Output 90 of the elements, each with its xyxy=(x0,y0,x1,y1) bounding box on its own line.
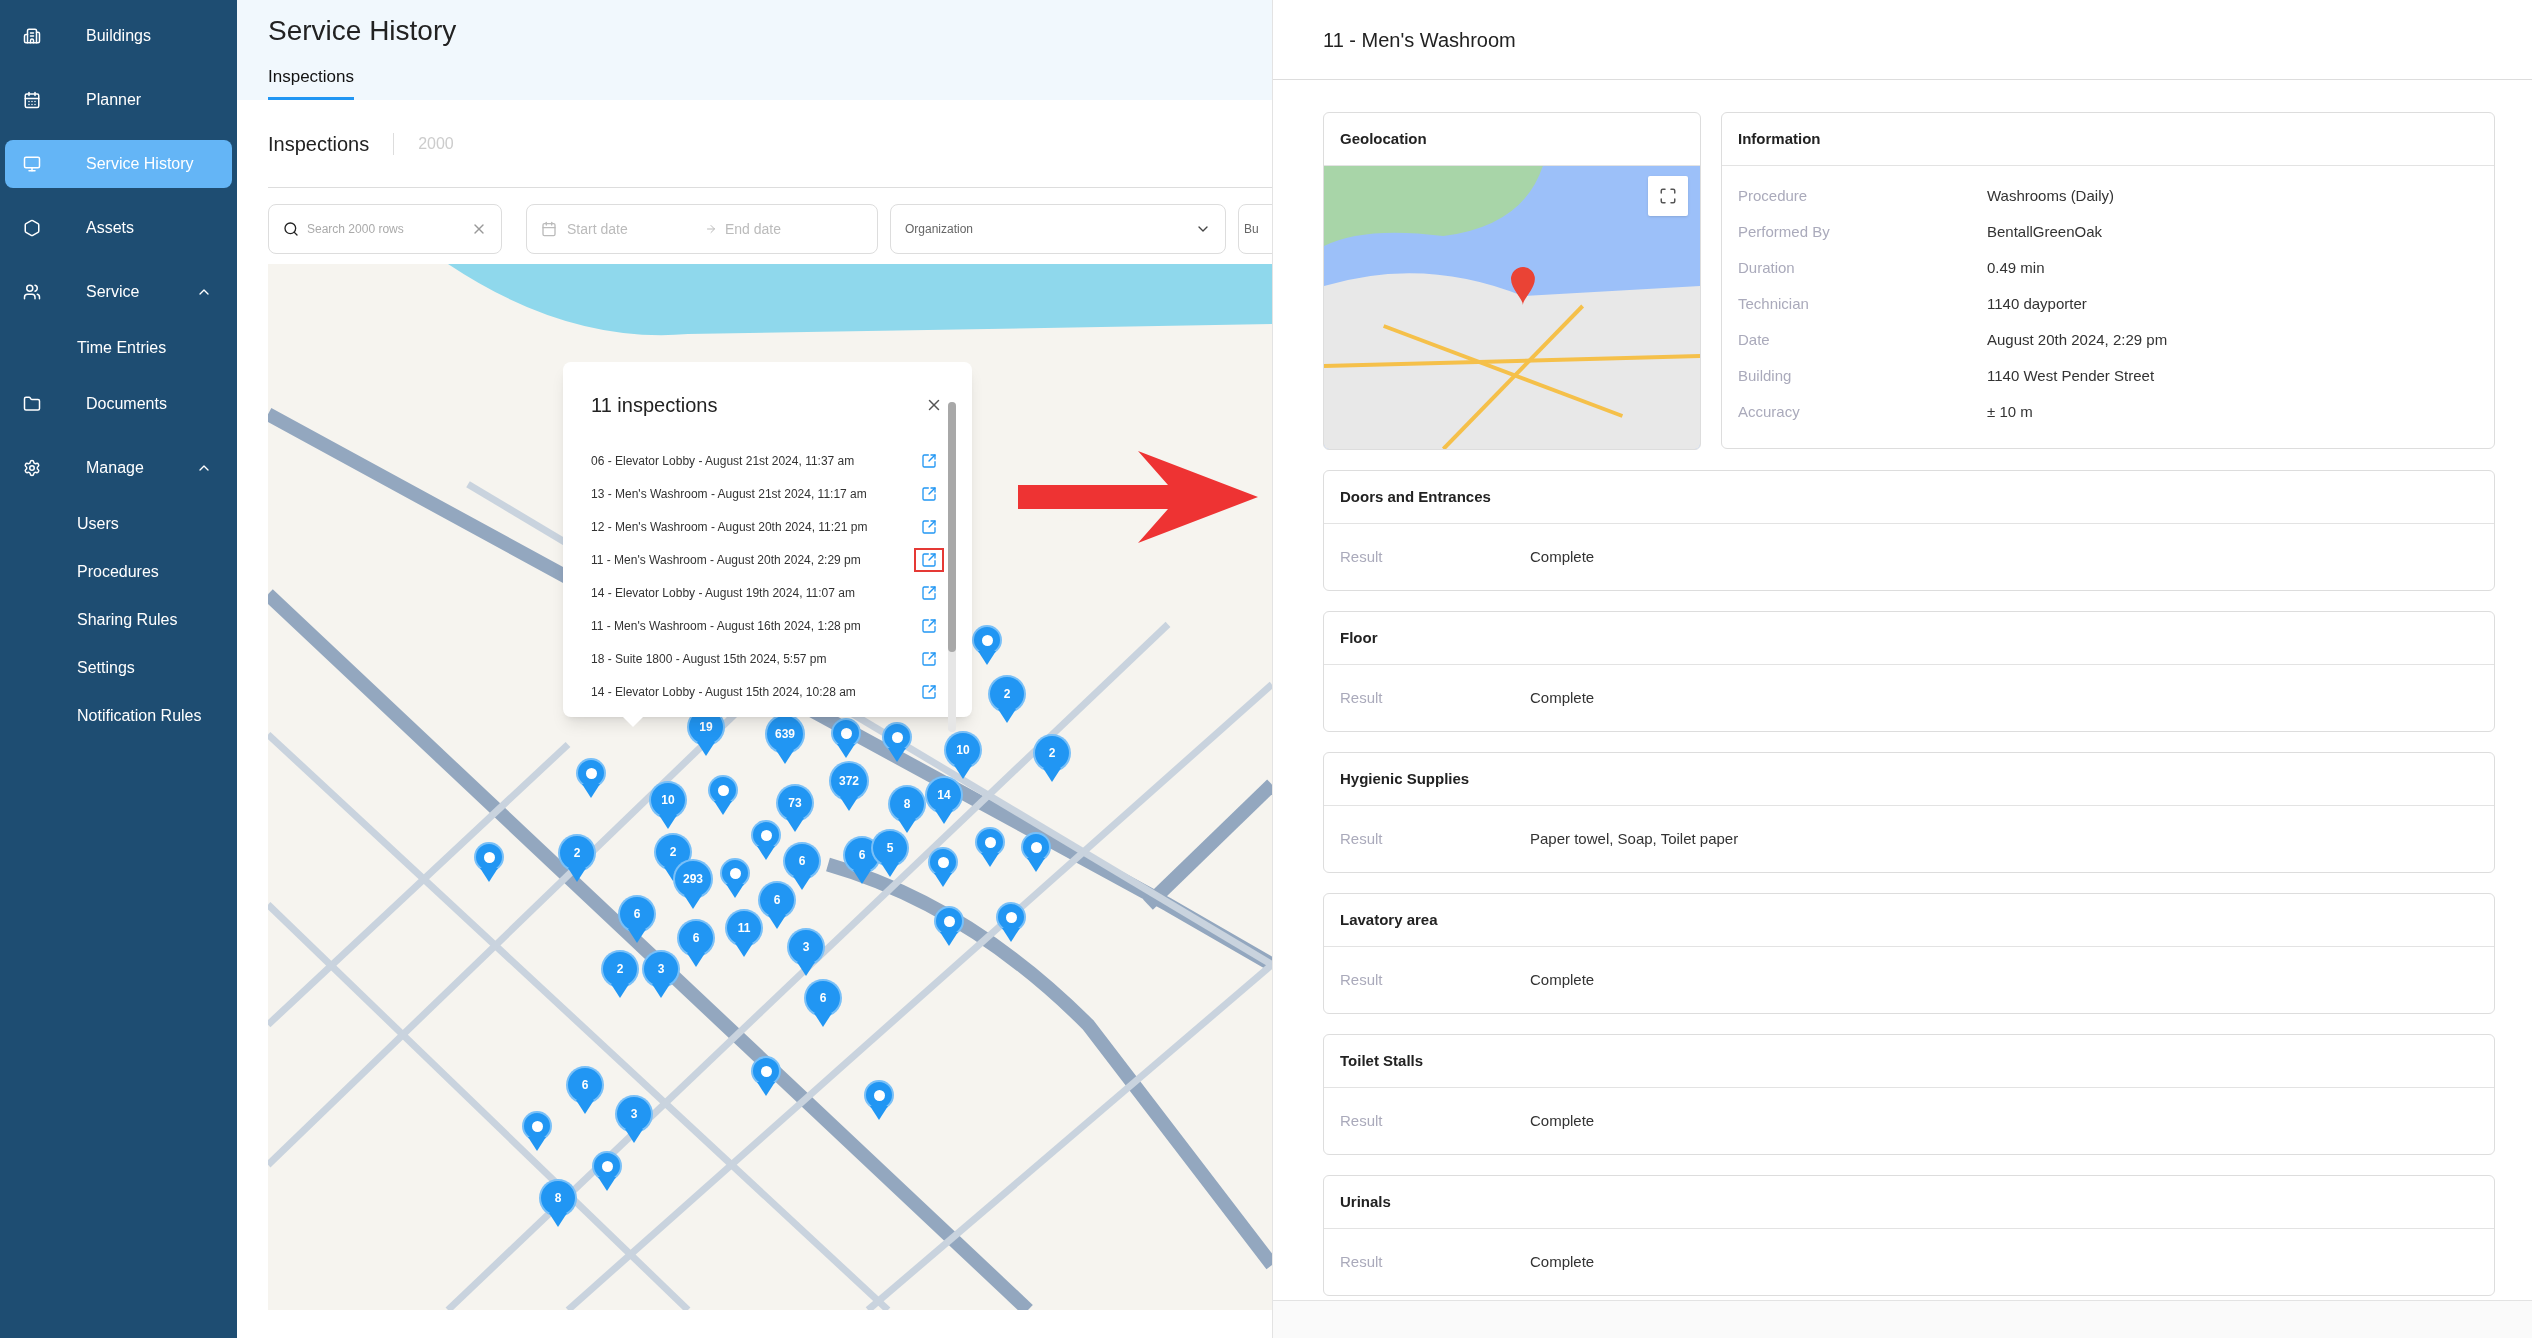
date-range-field[interactable]: Start date End date xyxy=(526,204,878,254)
search-field[interactable]: Search 2000 rows xyxy=(268,204,502,254)
card-title: Hygienic Supplies xyxy=(1340,768,1470,789)
inspection-entry: 06 - Elevator Lobby - August 21st 2024, 11:37 am xyxy=(591,452,855,470)
card-title: Doors and Entrances xyxy=(1340,486,1491,507)
organization-input[interactable]: Organization xyxy=(905,220,1195,238)
field-value: Washrooms (Daily) xyxy=(1987,185,2114,206)
field-value: Paper towel, Soap, Toilet paper xyxy=(1530,828,1739,849)
inspection-entry: 12 - Men's Washroom - August 20th 2024, 11:21 pm xyxy=(591,518,868,536)
field-value: 1140 West Pender Street xyxy=(1987,365,2155,386)
end-date-input[interactable]: End date xyxy=(725,218,845,240)
field-value: 1140 dayporter xyxy=(1987,293,2087,314)
sidebar-subitem[interactable]: Notification Rules xyxy=(5,696,232,736)
start-date-input[interactable]: Start date xyxy=(567,218,697,240)
sidebar-item[interactable]: Service History xyxy=(5,140,232,188)
inspection-entry: 14 - Elevator Lobby - August 19th 2024, 11:07 am xyxy=(591,584,855,602)
field-value: ± 10 m xyxy=(1987,401,2033,422)
sidebar-subitem[interactable]: Procedures xyxy=(5,552,232,592)
inspection-entry: 11 - Men's Washroom - August 16th 2024, 1:28 pm xyxy=(591,617,861,635)
external-link-icon xyxy=(921,485,937,502)
nav-icon xyxy=(23,283,41,301)
search-icon xyxy=(283,221,299,237)
inspection-entry: 14 - Elevator Lobby - August 15th 2024, 10:28 am xyxy=(591,683,856,701)
popup-title: 11 inspections xyxy=(591,393,718,418)
field-label: Result xyxy=(1340,546,1384,567)
open-link-button[interactable] xyxy=(914,547,944,572)
card-title: Floor xyxy=(1340,627,1378,648)
field-value: 0.49 min xyxy=(1987,257,2045,278)
field-value: BentallGreenOak xyxy=(1987,221,2103,242)
field-label: Result xyxy=(1340,1251,1384,1272)
inspection-entry: 11 - Men's Washroom - August 20th 2024, 2:29 pm xyxy=(591,551,861,569)
nav-icon xyxy=(23,27,41,45)
field-value: Complete xyxy=(1530,687,1595,708)
sidebar-item[interactable]: Assets xyxy=(5,204,232,252)
nav-icon xyxy=(23,155,41,173)
tab[interactable]: Inspections xyxy=(268,63,354,100)
sidebar-subitem[interactable]: Settings xyxy=(5,648,232,688)
external-link-icon xyxy=(921,584,937,601)
field-label: Result xyxy=(1340,828,1384,849)
filter-input[interactable]: Bu xyxy=(1244,220,1266,238)
field-value: Complete xyxy=(1530,1251,1595,1272)
search-input[interactable]: Search 2000 rows xyxy=(307,220,471,238)
field-value: Complete xyxy=(1530,1110,1595,1131)
field-value: Complete xyxy=(1530,546,1595,567)
sidebar-subitem[interactable]: Sharing Rules xyxy=(5,600,232,640)
card-title: Urinals xyxy=(1340,1191,1391,1212)
card-title: Toilet Stalls xyxy=(1340,1050,1424,1071)
field-label: Performed By xyxy=(1738,221,1831,242)
nav-icon xyxy=(23,219,41,237)
card-title: Information xyxy=(1738,128,1821,149)
field-label: Result xyxy=(1340,687,1384,708)
card-title: Geolocation xyxy=(1340,128,1427,149)
external-link-icon xyxy=(921,551,937,568)
field-label: Duration xyxy=(1738,257,1796,278)
arrow-right-icon xyxy=(705,223,717,235)
nav-icon xyxy=(23,395,41,413)
external-link-icon xyxy=(921,617,937,634)
sidebar-item[interactable]: Planner xyxy=(5,76,232,124)
scrollbar[interactable] xyxy=(948,402,956,732)
list-title: Inspections xyxy=(268,131,370,157)
external-link-icon xyxy=(921,650,937,667)
sidebar-item[interactable]: Manage xyxy=(5,444,232,492)
sidebar-item[interactable]: Buildings xyxy=(5,12,232,60)
sidebar-item[interactable]: Service xyxy=(5,268,232,316)
nav-icon xyxy=(23,459,41,477)
sidebar-subitem[interactable]: Users xyxy=(5,504,232,544)
page-title: Service History xyxy=(268,13,458,48)
sidebar-item[interactable]: Documents xyxy=(5,380,232,428)
external-link-icon xyxy=(921,683,937,700)
calendar-icon xyxy=(541,221,557,237)
inspection-entry: 13 - Men's Washroom - August 21st 2024, 11:17 am xyxy=(591,485,867,503)
nav-icon xyxy=(23,91,41,109)
organization-dropdown[interactable]: Organization xyxy=(890,204,1226,254)
field-value: Complete xyxy=(1530,969,1595,990)
field-label: Result xyxy=(1340,969,1384,990)
fullscreen-button[interactable] xyxy=(1648,176,1688,216)
field-label: Technician xyxy=(1738,293,1810,314)
field-label: Building xyxy=(1738,365,1793,386)
external-link-icon xyxy=(921,452,937,469)
field-label: Procedure xyxy=(1738,185,1809,206)
card-title: Lavatory area xyxy=(1340,909,1438,930)
detail-title: 11 - Men's Washroom xyxy=(1323,27,1516,53)
fullscreen-icon xyxy=(1659,187,1677,205)
field-label: Result xyxy=(1340,1110,1384,1131)
external-link-icon xyxy=(921,518,937,535)
inspection-entry: 18 - Suite 1800 - August 15th 2024, 5:57 pm xyxy=(591,650,827,668)
sidebar-subitem[interactable]: Time Entries xyxy=(5,328,232,368)
field-value: August 20th 2024, 2:29 pm xyxy=(1987,329,2168,350)
field-label: Date xyxy=(1738,329,1771,350)
field-label: Accuracy xyxy=(1738,401,1801,422)
